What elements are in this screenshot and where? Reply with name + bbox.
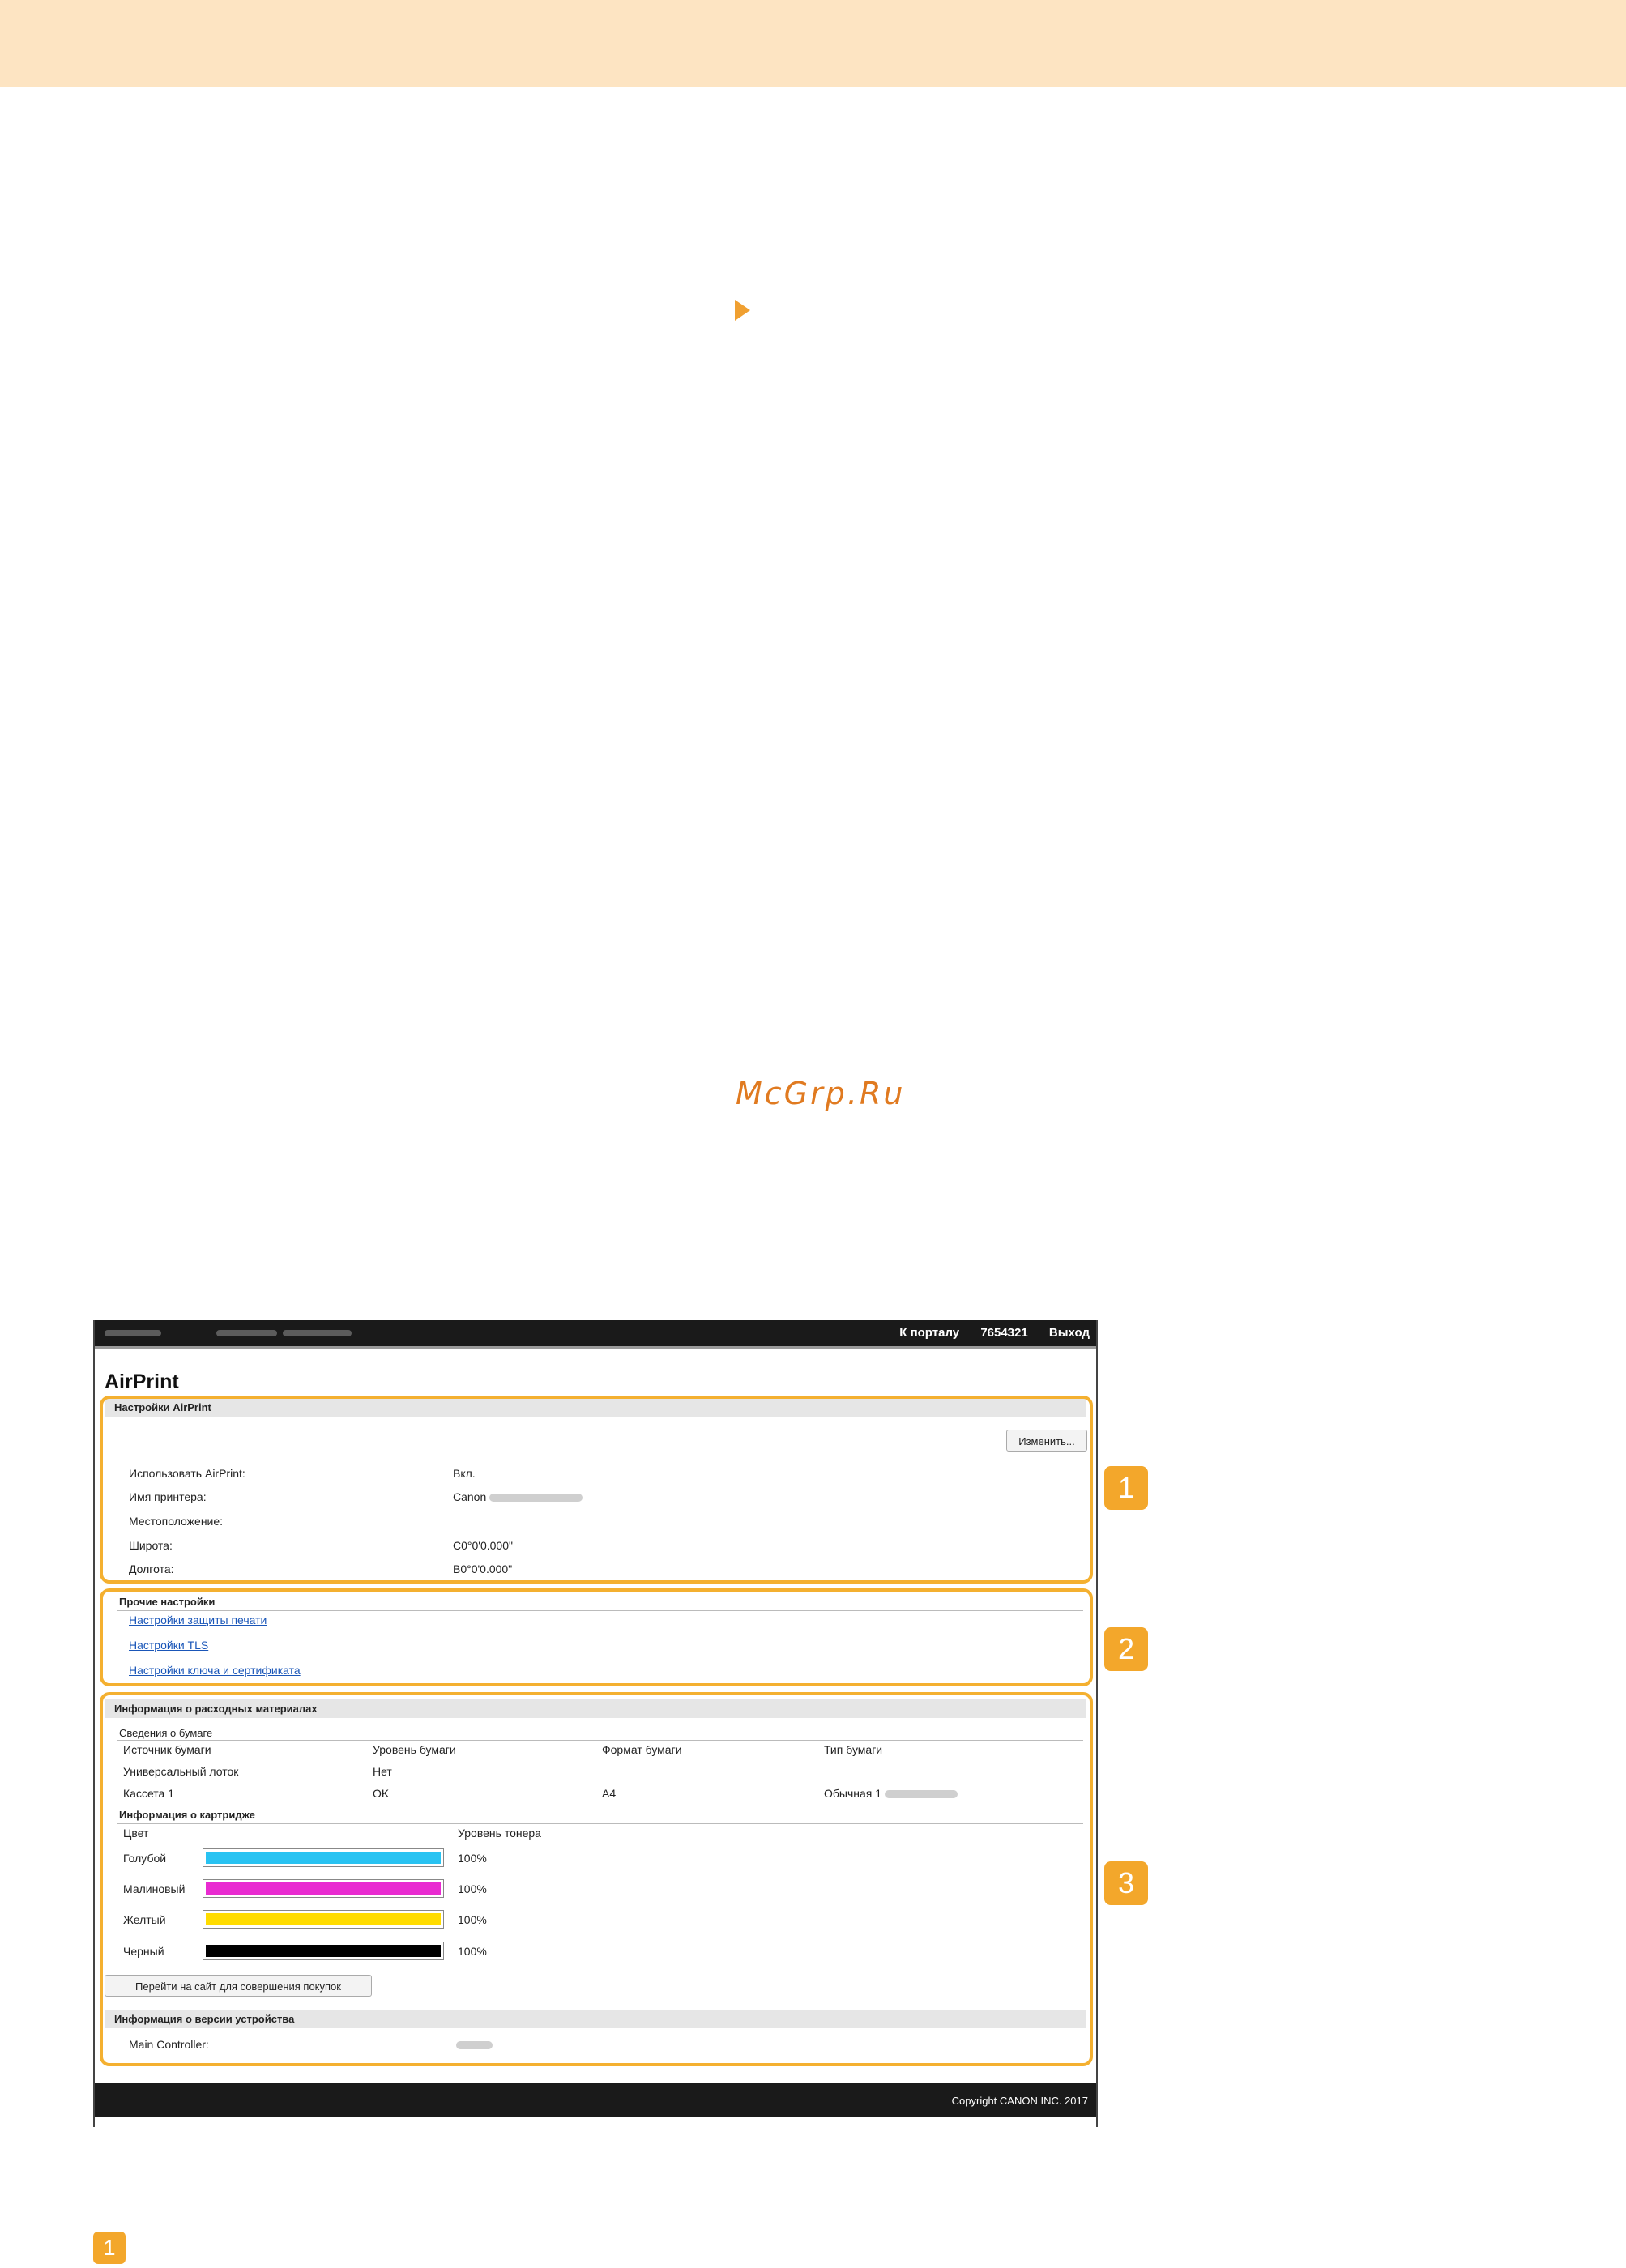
callout-box-3 [100,1692,1093,2066]
airprint-screenshot: К порталу 7654321 Выход AirPrint Настрой… [93,1320,1098,2127]
section-badge-1: 1 [93,2232,126,2264]
portal-link[interactable]: К порталу [899,1326,959,1340]
header-underline [95,1346,1096,1349]
blurred-text [105,1330,161,1336]
callout-badge-2: 2 [1104,1627,1148,1671]
top-header-bar: К порталу 7654321 Выход [95,1320,1096,1346]
footer-bar: Copyright CANON INC. 2017 [95,2083,1096,2117]
logout-link[interactable]: Выход [1049,1326,1090,1340]
blurred-text [216,1330,277,1336]
callout-badge-3: 3 [1104,1861,1148,1905]
callout-box-1 [100,1396,1093,1584]
user-id: 7654321 [980,1326,1028,1340]
page-title: AirPrint [105,1371,179,1393]
top-color-band [0,0,1626,87]
callout-badge-1: 1 [1104,1466,1148,1510]
blurred-text [283,1330,352,1336]
callout-box-2 [100,1588,1093,1686]
watermark: McGrp.Ru [736,1076,906,1111]
copyright: Copyright CANON INC. 2017 [951,2095,1088,2107]
header-nav: К порталу 7654321 Выход [881,1326,1090,1340]
triangle-bullet-icon [735,300,750,321]
